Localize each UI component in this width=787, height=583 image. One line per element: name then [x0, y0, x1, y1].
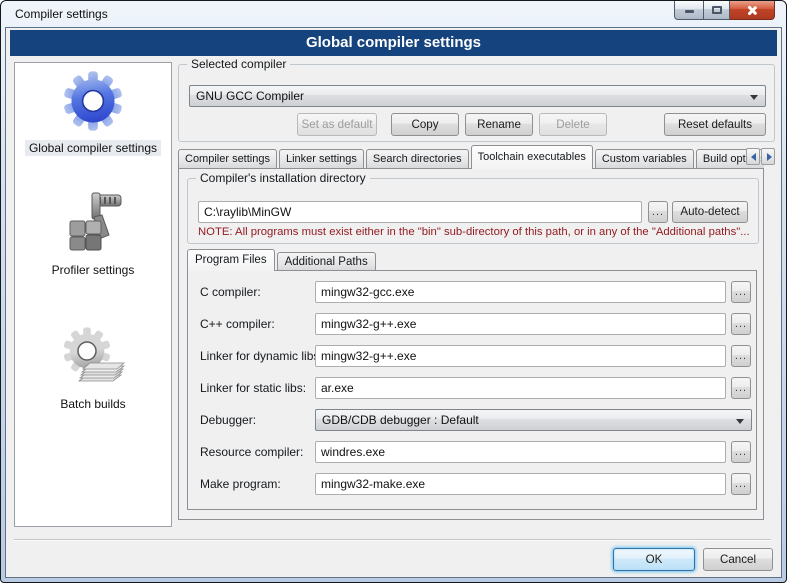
static-linker-label: Linker for static libs:: [200, 381, 306, 395]
maximize-icon: [712, 6, 722, 14]
resource-compiler-input[interactable]: [315, 441, 726, 463]
arrow-left-icon: [751, 153, 756, 161]
resource-compiler-browse-button[interactable]: ...: [731, 441, 751, 463]
compiler-settings-window: Compiler settings Global compiler settin…: [0, 0, 787, 583]
selected-compiler-value: GNU GCC Compiler: [196, 89, 304, 103]
c-compiler-row: C compiler: ...: [188, 281, 756, 305]
cancel-button[interactable]: Cancel: [703, 548, 773, 571]
auto-detect-button[interactable]: Auto-detect: [672, 201, 748, 223]
c-compiler-input[interactable]: [315, 281, 726, 303]
sidebar-item-label: Batch builds: [56, 396, 129, 412]
dynamic-linker-row: Linker for dynamic libs: ...: [188, 345, 756, 369]
resource-compiler-row: Resource compiler: ...: [188, 441, 756, 465]
debugger-dropdown[interactable]: GDB/CDB debugger : Default: [315, 409, 752, 431]
toolchain-executables-panel: Compiler's installation directory ... Au…: [178, 168, 764, 520]
settings-tabs: Compiler settingsLinker settingsSearch d…: [178, 145, 764, 169]
cpp-compiler-label: C++ compiler:: [200, 317, 275, 331]
sidebar-item-label: Global compiler settings: [25, 140, 161, 156]
close-button[interactable]: [730, 1, 775, 20]
tab-search-directories[interactable]: Search directories: [366, 149, 469, 169]
minimize-icon: [685, 10, 694, 13]
subtab-additional-paths[interactable]: Additional Paths: [277, 252, 376, 271]
dialog-client-area: Global compiler settings: [5, 27, 782, 578]
cpp-compiler-browse-button[interactable]: ...: [731, 313, 751, 335]
tab-custom-variables[interactable]: Custom variables: [595, 149, 694, 169]
rename-button[interactable]: Rename: [465, 113, 533, 136]
dynamic-linker-input[interactable]: [315, 345, 726, 367]
footer-divider: [14, 539, 771, 541]
maximize-button[interactable]: [703, 1, 730, 20]
caliper-icon: [61, 191, 125, 258]
tab-scroll-buttons: [746, 148, 775, 165]
tab-scroll-right-button[interactable]: [761, 148, 775, 165]
sidebar-item-label: Profiler settings: [48, 262, 139, 278]
blue-gear-icon: [61, 69, 125, 136]
ok-button[interactable]: OK: [613, 548, 695, 571]
chevron-down-icon: [736, 419, 744, 424]
resource-compiler-label: Resource compiler:: [200, 445, 303, 459]
sidebar-item-global-compiler-settings[interactable]: Global compiler settings: [15, 69, 171, 156]
copy-button[interactable]: Copy: [391, 113, 459, 136]
sidebar-item-profiler-settings[interactable]: Profiler settings: [15, 191, 171, 278]
close-icon: [747, 5, 758, 16]
tab-scroll-left-button[interactable]: [746, 148, 760, 165]
make-program-label: Make program:: [200, 477, 281, 491]
window-title: Compiler settings: [15, 7, 108, 21]
debugger-row: Debugger: GDB/CDB debugger : Default: [188, 409, 756, 433]
chevron-down-icon: [750, 95, 758, 100]
selected-compiler-group-label: Selected compiler: [187, 57, 290, 71]
sidebar: Global compiler settings: [14, 62, 172, 527]
page-title: Global compiler settings: [10, 30, 777, 56]
minimize-button[interactable]: [674, 1, 703, 20]
gray-gear-stack-icon: [61, 325, 125, 392]
debugger-label: Debugger:: [200, 413, 256, 427]
arrow-right-icon: [767, 153, 772, 161]
make-program-browse-button[interactable]: ...: [731, 473, 751, 495]
titlebar[interactable]: Compiler settings: [1, 1, 786, 27]
selected-compiler-dropdown[interactable]: GNU GCC Compiler: [189, 85, 766, 107]
install-directory-browse-button[interactable]: ...: [648, 201, 668, 223]
install-directory-input[interactable]: [198, 201, 642, 223]
static-linker-input[interactable]: [315, 377, 726, 399]
make-program-row: Make program: ...: [188, 473, 756, 497]
subtab-program-files[interactable]: Program Files: [187, 249, 275, 271]
dynamic-linker-label: Linker for dynamic libs:: [200, 349, 323, 363]
toolchain-subtabs: Program FilesAdditional Paths: [187, 249, 378, 271]
delete-button[interactable]: Delete: [539, 113, 607, 136]
cpp-compiler-input[interactable]: [315, 313, 726, 335]
reset-defaults-button[interactable]: Reset defaults: [664, 113, 766, 136]
set-as-default-button[interactable]: Set as default: [297, 113, 377, 136]
selected-compiler-group: Selected compiler GNU GCC Compiler Set a…: [178, 64, 775, 142]
static-linker-browse-button[interactable]: ...: [731, 377, 751, 399]
program-files-panel: C compiler: ... C++ compiler: ... Linker…: [187, 270, 757, 510]
debugger-value: GDB/CDB debugger : Default: [322, 413, 479, 427]
install-directory-group: Compiler's installation directory ... Au…: [187, 178, 759, 244]
c-compiler-browse-button[interactable]: ...: [731, 281, 751, 303]
make-program-input[interactable]: [315, 473, 726, 495]
bin-subdirectory-note: NOTE: All programs must exist either in …: [198, 226, 750, 238]
sidebar-item-batch-builds[interactable]: Batch builds: [15, 325, 171, 412]
caption-buttons: [674, 1, 775, 20]
c-compiler-label: C compiler:: [200, 285, 261, 299]
static-linker-row: Linker for static libs: ...: [188, 377, 756, 401]
tab-linker-settings[interactable]: Linker settings: [279, 149, 364, 169]
install-directory-group-label: Compiler's installation directory: [196, 171, 370, 185]
cpp-compiler-row: C++ compiler: ...: [188, 313, 756, 337]
tab-toolchain-executables[interactable]: Toolchain executables: [471, 145, 593, 169]
dynamic-linker-browse-button[interactable]: ...: [731, 345, 751, 367]
tab-compiler-settings[interactable]: Compiler settings: [178, 149, 277, 169]
